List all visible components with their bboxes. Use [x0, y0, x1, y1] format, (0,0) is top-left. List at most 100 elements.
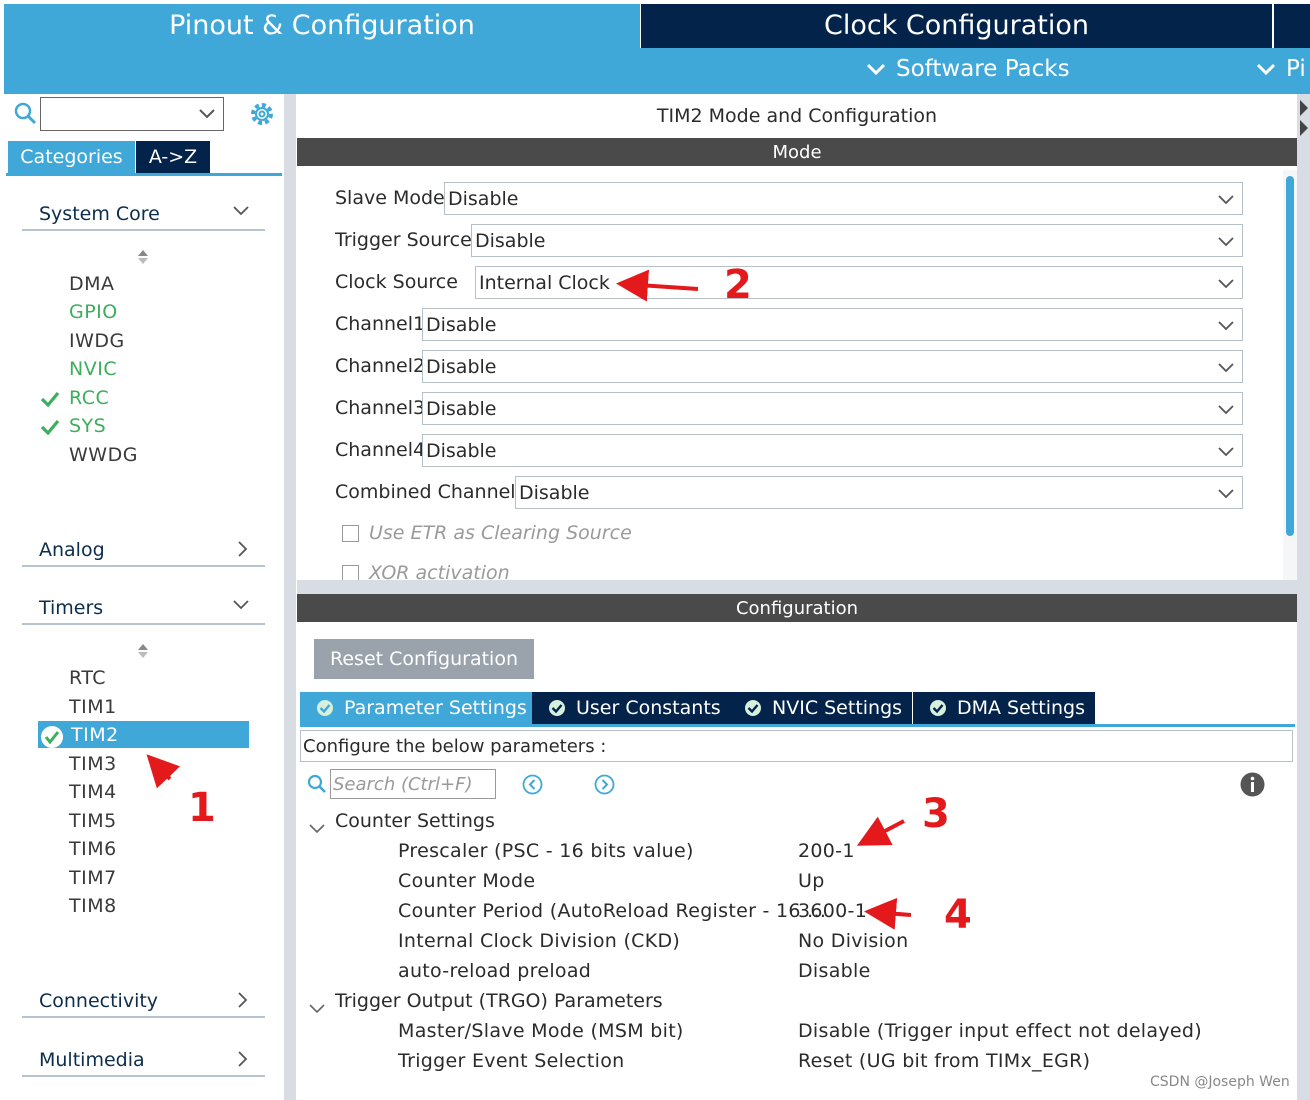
category-item[interactable]: RCC [69, 387, 109, 409]
category-search-combo[interactable] [40, 97, 224, 131]
group-connectivity[interactable]: Connectivity [22, 984, 265, 1018]
check-circle-icon [40, 725, 64, 753]
category-item[interactable]: GPIO [69, 301, 118, 323]
mode-field-select[interactable]: Disable [422, 308, 1243, 341]
param-value[interactable]: Disable (Trigger input effect not delaye… [798, 1020, 1202, 1042]
annotation-4: 4 [944, 892, 972, 938]
tab-label: DMA Settings [957, 697, 1085, 719]
param-value[interactable]: 200-1 [798, 840, 855, 862]
category-item[interactable]: SYS [69, 415, 106, 437]
mode-field-value: Disable [426, 397, 497, 420]
panel-splitter[interactable] [284, 94, 296, 1100]
chevron-down-icon [1218, 195, 1234, 205]
param-value[interactable]: Disable [798, 960, 871, 982]
category-item[interactable]: IWDG [69, 330, 125, 352]
tab-categories-label: Categories [20, 146, 123, 168]
chevron-down-icon[interactable] [309, 999, 325, 1018]
category-item[interactable]: NVIC [69, 358, 117, 380]
pinout-menu-label: Pi [1286, 56, 1306, 82]
mode-field-value: Disable [519, 481, 590, 504]
tab-clock-label: Clock Configuration [823, 9, 1090, 41]
timer-item-tim3[interactable]: TIM3 [69, 753, 117, 775]
timer-item-tim5[interactable]: TIM5 [69, 810, 117, 832]
parameter-search-input[interactable]: Search (Ctrl+F) [330, 769, 496, 799]
annotation-3: 3 [922, 791, 950, 837]
tab-dma-settings[interactable]: DMA Settings [913, 692, 1095, 724]
reset-configuration-button[interactable]: Reset Configuration [314, 639, 534, 679]
section-counter-settings[interactable]: Counter Settings [335, 810, 495, 832]
chevron-down-icon [1218, 237, 1234, 247]
chevron-down-icon[interactable] [198, 108, 216, 120]
chevron-down-icon [1218, 279, 1234, 289]
param-value[interactable]: Up [798, 870, 825, 892]
tab-clock-configuration[interactable]: Clock Configuration [641, 4, 1272, 48]
tab-parameter-settings[interactable]: Parameter Settings [300, 692, 532, 724]
group-analog[interactable]: Analog [22, 533, 265, 567]
sort-icon[interactable] [137, 643, 149, 659]
mode-field-select[interactable]: Disable [515, 476, 1243, 509]
timer-item-tim4[interactable]: TIM4 [69, 781, 117, 803]
param-name: Prescaler (PSC - 16 bits value) [398, 840, 694, 862]
mode-field-label: Combined Channels [335, 481, 526, 503]
tab-user-constants[interactable]: User Constants [532, 692, 728, 724]
pinout-menu[interactable]: Pi [1256, 56, 1306, 82]
mode-scrollbar-thumb[interactable] [1286, 176, 1294, 536]
mode-field-select[interactable]: Disable [422, 350, 1243, 383]
mode-field-label: Channel1 [335, 313, 426, 335]
timer-item-tim8[interactable]: TIM8 [69, 895, 117, 917]
tab-nvic-settings[interactable]: NVIC Settings [728, 692, 912, 724]
chevron-down-icon [233, 600, 249, 610]
check-circle-icon [549, 700, 565, 716]
etr-clearing-label: Use ETR as Clearing Source [369, 522, 632, 544]
mode-field-value: Disable [426, 313, 497, 336]
param-name: Master/Slave Mode (MSM bit) [398, 1020, 684, 1042]
param-value[interactable]: Reset (UG bit from TIMx_EGR) [798, 1050, 1090, 1072]
category-item[interactable]: DMA [69, 273, 115, 295]
search-icon[interactable] [14, 102, 38, 126]
chevron-down-icon[interactable] [309, 819, 325, 838]
previous-match-icon[interactable] [522, 774, 543, 795]
mode-field-select[interactable]: Disable [422, 392, 1243, 425]
tab-pinout-configuration[interactable]: Pinout & Configuration [4, 4, 640, 48]
mode-config-title: TIM2 Mode and Configuration [297, 97, 1297, 135]
group-multimedia[interactable]: Multimedia [22, 1043, 265, 1077]
parameter-search-placeholder: Search (Ctrl+F) [333, 773, 473, 795]
sort-icon[interactable] [137, 249, 149, 265]
check-circle-icon [930, 700, 946, 716]
param-value[interactable]: 3600-1 [798, 900, 867, 922]
etr-clearing-checkbox[interactable] [342, 525, 359, 542]
section-trgo-parameters[interactable]: Trigger Output (TRGO) Parameters [335, 990, 663, 1012]
mode-field-select[interactable]: Disable [422, 434, 1243, 467]
mode-field-label: Channel3 [335, 397, 426, 419]
timer-item-rtc[interactable]: RTC [69, 667, 106, 689]
tab-underline [6, 173, 282, 176]
section-splitter[interactable] [297, 580, 1297, 594]
timer-item-tim2[interactable]: TIM2 [71, 724, 119, 746]
info-icon[interactable] [1240, 772, 1265, 797]
group-connectivity-label: Connectivity [39, 990, 159, 1012]
timer-item-tim6[interactable]: TIM6 [69, 838, 117, 860]
timer-item-tim1[interactable]: TIM1 [69, 696, 117, 718]
timer-item-tim7[interactable]: TIM7 [69, 867, 117, 889]
group-timers-label: Timers [39, 597, 104, 619]
search-icon[interactable] [307, 774, 327, 794]
software-packs-menu[interactable]: Software Packs [866, 56, 1070, 82]
selected-item-highlight [38, 721, 249, 748]
category-item[interactable]: WWDG [69, 444, 138, 466]
next-match-icon[interactable] [594, 774, 615, 795]
group-system-core[interactable]: System Core [22, 197, 265, 231]
annotation-arrow-3 [856, 816, 905, 846]
param-value[interactable]: No Division [798, 930, 908, 952]
gear-icon[interactable] [249, 101, 275, 127]
tab-categories[interactable]: Categories [8, 141, 135, 173]
param-name: auto-reload preload [398, 960, 592, 982]
tab-overflow[interactable] [1274, 4, 1310, 48]
mode-field-label: Slave Mode [335, 187, 445, 209]
mode-field-select[interactable]: Internal Clock [475, 266, 1243, 299]
group-timers[interactable]: Timers [22, 591, 265, 625]
software-packs-label: Software Packs [896, 56, 1070, 82]
tab-a-z[interactable]: A->Z [136, 141, 210, 173]
arrow-right-icon[interactable] [1298, 98, 1308, 138]
mode-field-select[interactable]: Disable [444, 182, 1243, 215]
mode-field-select[interactable]: Disable [471, 224, 1243, 257]
